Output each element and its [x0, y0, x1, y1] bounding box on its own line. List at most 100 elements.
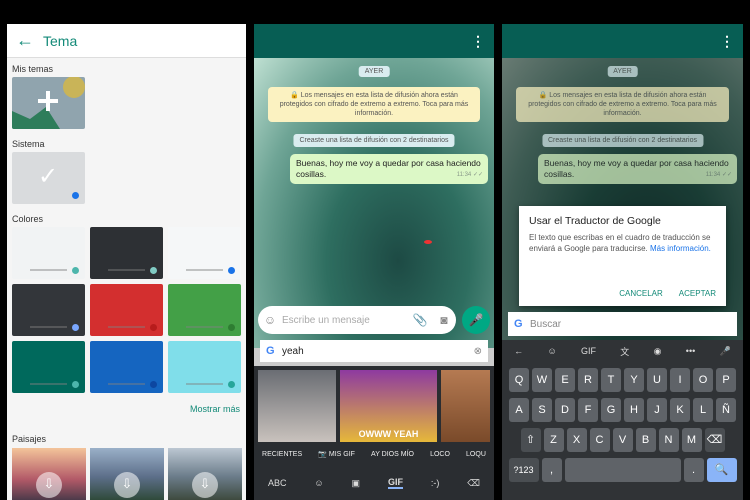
emoji-icon[interactable]: ☺ [547, 346, 556, 356]
translate-icon[interactable]: 文 [620, 345, 629, 358]
input-placeholder: Escribe un mensaje [282, 314, 370, 326]
color-dot [150, 324, 157, 331]
system-theme-tile[interactable]: ✓ [12, 152, 85, 204]
key-s[interactable]: S [532, 398, 552, 422]
category-recent[interactable]: RECIENTES [262, 451, 302, 458]
color-theme-tile[interactable] [12, 284, 85, 336]
add-theme-tile[interactable] [12, 77, 85, 129]
date-chip: AYER [607, 66, 638, 77]
key-x[interactable]: X [566, 428, 587, 452]
key-u[interactable]: U [647, 368, 667, 392]
message-text: Buenas, hoy me voy a quedar por casa hac… [544, 158, 729, 179]
color-theme-tile[interactable] [90, 284, 163, 336]
key-o[interactable]: O [693, 368, 713, 392]
color-dot [72, 324, 79, 331]
color-theme-tile[interactable] [168, 227, 241, 279]
broadcast-note: Creaste una lista de difusión con 2 dest… [541, 134, 704, 147]
space-key[interactable] [564, 458, 681, 482]
clear-icon[interactable]: ⊗ [474, 346, 482, 357]
dialog-title: Usar el Traductor de Google [529, 215, 661, 227]
theme-panel: ← Tema Mis temas Sistema ✓ Colores Mostr… [7, 24, 246, 500]
cancel-button[interactable]: CANCELAR [619, 289, 663, 298]
color-theme-tile[interactable] [168, 341, 241, 393]
overflow-menu-icon[interactable]: ⋮ [471, 33, 485, 50]
shift-key[interactable]: ⇧ [520, 428, 541, 452]
key-b[interactable]: B [635, 428, 656, 452]
gif-search-bar[interactable]: G yeah ⊗ [260, 340, 488, 362]
landscape-tile[interactable]: ⇩ [168, 448, 242, 500]
key-n[interactable]: N [658, 428, 679, 452]
show-more-link[interactable]: Mostrar más [190, 404, 240, 414]
key-j[interactable]: J [647, 398, 667, 422]
key-t[interactable]: T [601, 368, 621, 392]
more-icon[interactable]: ••• [686, 346, 695, 356]
color-theme-tile[interactable] [90, 227, 163, 279]
mic-button[interactable]: 🎤 [462, 306, 490, 334]
key-w[interactable]: W [532, 368, 552, 392]
backspace-key[interactable]: ⌫ [704, 428, 725, 452]
keyboard-toolbar: ← ☺ GIF 文 ◉ ••• 🎤 [502, 340, 743, 362]
key-.[interactable]: . [683, 458, 704, 482]
key-v[interactable]: V [612, 428, 633, 452]
emoticon-tab[interactable]: :-) [431, 478, 440, 488]
key-c[interactable]: C [589, 428, 610, 452]
emoji-icon[interactable]: ☺ [258, 313, 282, 327]
back-arrow-icon[interactable]: ← [514, 346, 523, 356]
key-d[interactable]: D [555, 398, 575, 422]
gif-button[interactable]: GIF [581, 346, 596, 356]
key-l[interactable]: L [693, 398, 713, 422]
gif-result[interactable] [441, 370, 490, 442]
color-theme-tile[interactable] [12, 341, 85, 393]
key-i[interactable]: I [670, 368, 690, 392]
key-g[interactable]: G [601, 398, 621, 422]
key-e[interactable]: E [555, 368, 575, 392]
key-row-3: ⇧ Z X C V B N M ⌫ [502, 428, 743, 452]
key-a[interactable]: A [509, 398, 529, 422]
color-dot [72, 381, 79, 388]
key-m[interactable]: M [681, 428, 702, 452]
more-info-link[interactable]: Más información. [650, 244, 711, 253]
color-theme-tile[interactable] [168, 284, 241, 336]
key-k[interactable]: K [670, 398, 690, 422]
back-arrow-icon[interactable]: ← [7, 30, 43, 51]
key-q[interactable]: Q [509, 368, 529, 392]
landscape-tile[interactable]: ⇩ [12, 448, 86, 500]
category-crazy[interactable]: LOCO [430, 451, 450, 458]
download-icon: ⇩ [36, 472, 62, 498]
key-r[interactable]: R [578, 368, 598, 392]
key-h[interactable]: H [624, 398, 644, 422]
chat-toolbar: ⋮ [254, 24, 494, 58]
abc-key[interactable]: ABC [268, 478, 287, 488]
color-theme-tile[interactable] [90, 341, 163, 393]
backspace-icon[interactable]: ⌫ [467, 478, 480, 489]
search-key[interactable]: 🔍 [706, 458, 737, 482]
landscape-tile[interactable]: ⇩ [90, 448, 164, 500]
gif-result[interactable] [258, 370, 336, 442]
key-p[interactable]: P [716, 368, 736, 392]
key-f[interactable]: F [578, 398, 598, 422]
gif-tab[interactable]: GIF [387, 477, 403, 489]
gif-result[interactable]: OWWW YEAH [340, 370, 437, 442]
category-oh-my[interactable]: AY DIOS MÍO [371, 451, 414, 458]
category-more[interactable]: LOQU [466, 451, 486, 458]
accept-button[interactable]: ACEPTAR [679, 289, 716, 298]
sticker-tab-icon[interactable]: ▣ [352, 478, 361, 489]
overflow-menu-icon[interactable]: ⋮ [720, 33, 734, 50]
camera-icon[interactable]: ◙ [432, 313, 456, 327]
keyboard-search-bar[interactable]: G Buscar [508, 312, 737, 336]
symbols-key[interactable]: ?123 [508, 458, 539, 482]
key-y[interactable]: Y [624, 368, 644, 392]
key-,[interactable]: , [541, 458, 562, 482]
attach-icon[interactable]: 📎 [408, 313, 432, 327]
mic-icon[interactable]: 🎤 [720, 346, 731, 357]
message-input[interactable]: ☺ Escribe un mensaje 📎 ◙ [258, 306, 456, 334]
key-z[interactable]: Z [543, 428, 564, 452]
key-ñ[interactable]: Ñ [716, 398, 736, 422]
message-bubble[interactable]: Buenas, hoy me voy a quedar por casa hac… [290, 154, 488, 184]
page-title: Tema [43, 32, 78, 49]
encryption-notice[interactable]: 🔒 Los mensajes en esta lista de difusión… [268, 87, 480, 122]
emoji-tab-icon[interactable]: ☺ [314, 478, 323, 488]
color-theme-tile[interactable] [12, 227, 85, 279]
category-my-gif[interactable]: 📷 MIS GIF [318, 450, 355, 458]
palette-icon[interactable]: ◉ [654, 346, 662, 357]
